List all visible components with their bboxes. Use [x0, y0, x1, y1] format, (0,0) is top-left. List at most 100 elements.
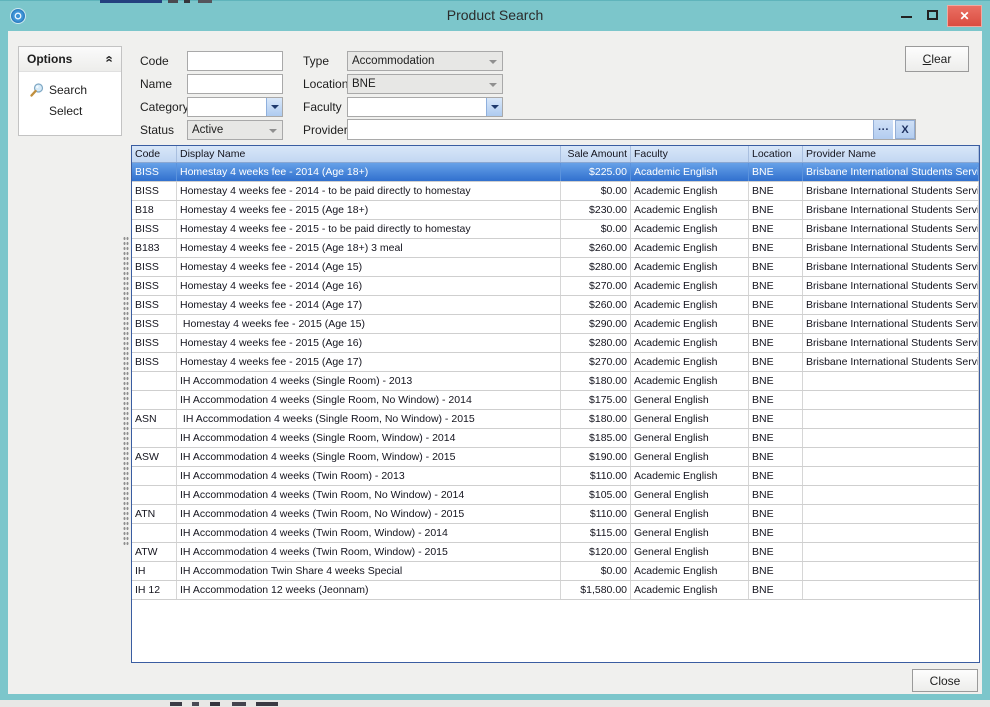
- status-value: Active: [192, 121, 223, 139]
- table-cell: [803, 486, 979, 504]
- table-cell: IH 12: [132, 581, 177, 599]
- provider-input[interactable]: [348, 120, 873, 139]
- table-row[interactable]: ATNIH Accommodation 4 weeks (Twin Room, …: [132, 505, 979, 524]
- table-row[interactable]: BISSHomestay 4 weeks fee - 2015 (Age 17)…: [132, 353, 979, 372]
- table-row[interactable]: B183Homestay 4 weeks fee - 2015 (Age 18+…: [132, 239, 979, 258]
- table-cell: Brisbane International Students Services: [803, 239, 979, 257]
- table-cell: BNE: [749, 391, 803, 409]
- sidebar-item-search[interactable]: Search: [19, 79, 121, 100]
- category-dropdown[interactable]: [187, 97, 283, 117]
- table-row[interactable]: IH Accommodation 4 weeks (Twin Room, No …: [132, 486, 979, 505]
- table-row[interactable]: ATWIH Accommodation 4 weeks (Twin Room, …: [132, 543, 979, 562]
- screen-artifact: [184, 0, 190, 3]
- product-search-window: Product Search ✕ Options « Search Select: [0, 0, 990, 700]
- faculty-dropdown[interactable]: [347, 97, 503, 117]
- table-row[interactable]: BISSHomestay 4 weeks fee - 2014 (Age 17)…: [132, 296, 979, 315]
- screen-artifact: [256, 702, 278, 706]
- table-row[interactable]: ASN IH Accommodation 4 weeks (Single Roo…: [132, 410, 979, 429]
- table-cell: IH Accommodation 4 weeks (Single Room, N…: [177, 410, 561, 428]
- table-cell: $185.00: [561, 429, 631, 447]
- column-header[interactable]: Sale Amount: [561, 146, 631, 162]
- table-row[interactable]: BISSHomestay 4 weeks fee - 2014 (Age 16)…: [132, 277, 979, 296]
- table-cell: Homestay 4 weeks fee - 2015 (Age 17): [177, 353, 561, 371]
- column-header[interactable]: Display Name: [177, 146, 561, 162]
- code-input[interactable]: [187, 51, 283, 71]
- column-header[interactable]: Provider Name: [803, 146, 979, 162]
- table-row[interactable]: IH 12IH Accommodation 12 weeks (Jeonnam)…: [132, 581, 979, 600]
- table-row[interactable]: IH Accommodation 4 weeks (Single Room, W…: [132, 429, 979, 448]
- table-cell: BNE: [749, 315, 803, 333]
- table-cell: BISS: [132, 220, 177, 238]
- table-row[interactable]: BISSHomestay 4 weeks fee - 2014 - to be …: [132, 182, 979, 201]
- clear-button[interactable]: Clear: [905, 46, 969, 72]
- screen-artifact: [210, 702, 220, 706]
- table-cell: $260.00: [561, 239, 631, 257]
- table-cell: [132, 486, 177, 504]
- table-cell: [132, 391, 177, 409]
- provider-browse-button[interactable]: ···: [873, 120, 893, 139]
- clear-button-label: Clear: [923, 52, 952, 66]
- column-header[interactable]: Location: [749, 146, 803, 162]
- grid-header: CodeDisplay NameSale AmountFacultyLocati…: [132, 146, 979, 163]
- location-dropdown[interactable]: BNE: [347, 74, 503, 94]
- table-row[interactable]: BISSHomestay 4 weeks fee - 2015 (Age 16)…: [132, 334, 979, 353]
- location-value: BNE: [352, 75, 376, 93]
- table-cell: $0.00: [561, 182, 631, 200]
- table-row[interactable]: IHIH Accommodation Twin Share 4 weeks Sp…: [132, 562, 979, 581]
- grid-body: BISSHomestay 4 weeks fee - 2014 (Age 18+…: [132, 163, 979, 600]
- table-row[interactable]: IH Accommodation 4 weeks (Single Room, N…: [132, 391, 979, 410]
- table-cell: BNE: [749, 353, 803, 371]
- provider-clear-button[interactable]: X: [895, 120, 915, 139]
- sidebar-item-select[interactable]: Select: [19, 100, 121, 121]
- table-row[interactable]: BISSHomestay 4 weeks fee - 2014 (Age 15)…: [132, 258, 979, 277]
- options-panel-header[interactable]: Options «: [19, 47, 121, 72]
- table-row[interactable]: BISSHomestay 4 weeks fee - 2014 (Age 18+…: [132, 163, 979, 182]
- table-cell: IH Accommodation 4 weeks (Single Room, W…: [177, 448, 561, 466]
- table-cell: IH Accommodation 4 weeks (Twin Room, No …: [177, 486, 561, 504]
- table-cell: Homestay 4 weeks fee - 2015 (Age 18+): [177, 201, 561, 219]
- collapse-chevron-icon[interactable]: «: [104, 55, 114, 62]
- titlebar[interactable]: Product Search ✕: [0, 1, 990, 31]
- table-cell: BNE: [749, 372, 803, 390]
- maximize-button[interactable]: [922, 7, 944, 25]
- table-row[interactable]: IH Accommodation 4 weeks (Single Room) -…: [132, 372, 979, 391]
- chevron-down-icon[interactable]: [486, 98, 502, 116]
- table-cell: IH Accommodation 4 weeks (Twin Room) - 2…: [177, 467, 561, 485]
- table-cell: B18: [132, 201, 177, 219]
- minimize-button[interactable]: [896, 7, 918, 25]
- name-input[interactable]: [187, 74, 283, 94]
- table-cell: [803, 410, 979, 428]
- table-cell: Brisbane International Students Services: [803, 201, 979, 219]
- table-row[interactable]: IH Accommodation 4 weeks (Twin Room, Win…: [132, 524, 979, 543]
- table-cell: General English: [631, 543, 749, 561]
- table-cell: BNE: [749, 334, 803, 352]
- table-cell: BISS: [132, 163, 177, 181]
- type-value: Accommodation: [352, 52, 434, 70]
- screen-artifact: [168, 0, 178, 3]
- close-button[interactable]: Close: [912, 669, 978, 692]
- table-cell: BNE: [749, 182, 803, 200]
- table-cell: IH Accommodation 4 weeks (Twin Room, Win…: [177, 524, 561, 542]
- table-cell: Homestay 4 weeks fee - 2015 (Age 15): [177, 315, 561, 333]
- column-header[interactable]: Code: [132, 146, 177, 162]
- chevron-down-icon[interactable]: [266, 98, 282, 116]
- table-cell: $1,580.00: [561, 581, 631, 599]
- table-cell: IH Accommodation 12 weeks (Jeonnam): [177, 581, 561, 599]
- table-cell: General English: [631, 524, 749, 542]
- minimize-icon: [901, 16, 912, 18]
- table-cell: BNE: [749, 201, 803, 219]
- type-dropdown[interactable]: Accommodation: [347, 51, 503, 71]
- table-cell: Academic English: [631, 467, 749, 485]
- close-window-button[interactable]: ✕: [947, 5, 982, 27]
- table-row[interactable]: B18Homestay 4 weeks fee - 2015 (Age 18+)…: [132, 201, 979, 220]
- name-label: Name: [140, 74, 172, 94]
- table-row[interactable]: BISSHomestay 4 weeks fee - 2015 - to be …: [132, 220, 979, 239]
- table-cell: [803, 429, 979, 447]
- table-row[interactable]: BISS Homestay 4 weeks fee - 2015 (Age 15…: [132, 315, 979, 334]
- table-row[interactable]: IH Accommodation 4 weeks (Twin Room) - 2…: [132, 467, 979, 486]
- column-header[interactable]: Faculty: [631, 146, 749, 162]
- status-dropdown[interactable]: Active: [187, 120, 283, 140]
- screen-artifact: [192, 702, 199, 706]
- magnifier-icon: [29, 82, 45, 98]
- table-row[interactable]: ASWIH Accommodation 4 weeks (Single Room…: [132, 448, 979, 467]
